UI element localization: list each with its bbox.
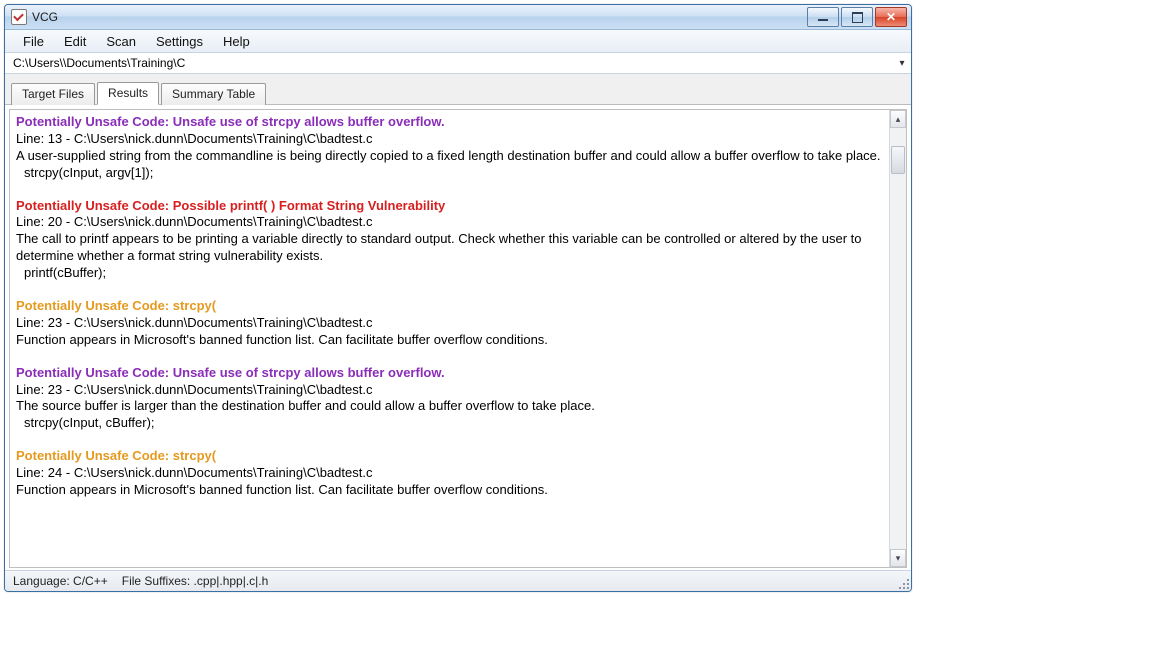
finding-title: Potentially Unsafe Code: strcpy(: [16, 448, 883, 465]
finding-title: Potentially Unsafe Code: Possible printf…: [16, 198, 883, 215]
finding-code: strcpy(cInput, cBuffer);: [16, 415, 883, 432]
finding-line: Line: 23 - C:\Users\nick.dunn\Documents\…: [16, 315, 883, 332]
close-button[interactable]: ✕: [875, 7, 907, 27]
vertical-scrollbar[interactable]: ▴ ▾: [889, 110, 906, 567]
window-controls: ✕: [805, 7, 907, 27]
finding-line: Line: 24 - C:\Users\nick.dunn\Documents\…: [16, 465, 883, 482]
finding-description: The source buffer is larger than the des…: [16, 398, 883, 415]
tab-target-files[interactable]: Target Files: [11, 83, 95, 105]
scroll-thumb[interactable]: [891, 146, 905, 174]
finding-description: Function appears in Microsoft's banned f…: [16, 482, 883, 499]
status-suffixes: File Suffixes: .cpp|.hpp|.c|.h: [122, 574, 269, 588]
scroll-track[interactable]: [890, 128, 906, 549]
path-bar: ▾: [5, 53, 911, 74]
finding-title: Potentially Unsafe Code: Unsafe use of s…: [16, 114, 883, 131]
finding-item: Potentially Unsafe Code: strcpy(Line: 24…: [16, 448, 883, 499]
scroll-up-button[interactable]: ▴: [890, 110, 906, 128]
finding-line: Line: 13 - C:\Users\nick.dunn\Documents\…: [16, 131, 883, 148]
app-window: VCG ✕ File Edit Scan Settings Help ▾ Tar…: [4, 4, 912, 592]
menu-edit[interactable]: Edit: [54, 32, 96, 51]
menu-settings[interactable]: Settings: [146, 32, 213, 51]
path-dropdown-arrow-icon[interactable]: ▾: [895, 58, 909, 69]
tab-summary-table[interactable]: Summary Table: [161, 83, 266, 105]
path-input[interactable]: [11, 55, 895, 71]
finding-code: strcpy(cInput, argv[1]);: [16, 165, 883, 182]
finding-item: Potentially Unsafe Code: Possible printf…: [16, 198, 883, 282]
finding-item: Potentially Unsafe Code: Unsafe use of s…: [16, 114, 883, 182]
close-icon: ✕: [886, 11, 896, 23]
app-icon: [11, 9, 27, 25]
finding-title: Potentially Unsafe Code: strcpy(: [16, 298, 883, 315]
minimize-icon: [818, 19, 828, 21]
titlebar[interactable]: VCG ✕: [5, 5, 911, 30]
maximize-button[interactable]: [841, 7, 873, 27]
menubar: File Edit Scan Settings Help: [5, 30, 911, 53]
finding-title: Potentially Unsafe Code: Unsafe use of s…: [16, 365, 883, 382]
finding-description: The call to printf appears to be printin…: [16, 231, 883, 265]
menu-scan[interactable]: Scan: [96, 32, 146, 51]
window-title: VCG: [32, 10, 805, 24]
tabstrip: Target Files Results Summary Table: [5, 74, 911, 105]
maximize-icon: [852, 12, 863, 23]
finding-description: Function appears in Microsoft's banned f…: [16, 332, 883, 349]
results-frame: Potentially Unsafe Code: Unsafe use of s…: [9, 109, 907, 568]
finding-line: Line: 23 - C:\Users\nick.dunn\Documents\…: [16, 382, 883, 399]
finding-line: Line: 20 - C:\Users\nick.dunn\Documents\…: [16, 214, 883, 231]
minimize-button[interactable]: [807, 7, 839, 27]
menu-file[interactable]: File: [13, 32, 54, 51]
finding-item: Potentially Unsafe Code: strcpy(Line: 23…: [16, 298, 883, 349]
scroll-down-button[interactable]: ▾: [890, 549, 906, 567]
tab-results[interactable]: Results: [97, 82, 159, 105]
finding-item: Potentially Unsafe Code: Unsafe use of s…: [16, 365, 883, 433]
finding-description: A user-supplied string from the commandl…: [16, 148, 883, 165]
status-language: Language: C/C++: [13, 574, 108, 588]
results-pane[interactable]: Potentially Unsafe Code: Unsafe use of s…: [10, 110, 889, 567]
menu-help[interactable]: Help: [213, 32, 260, 51]
resize-grip-icon[interactable]: [897, 577, 909, 589]
finding-code: printf(cBuffer);: [16, 265, 883, 282]
statusbar: Language: C/C++ File Suffixes: .cpp|.hpp…: [5, 570, 911, 591]
